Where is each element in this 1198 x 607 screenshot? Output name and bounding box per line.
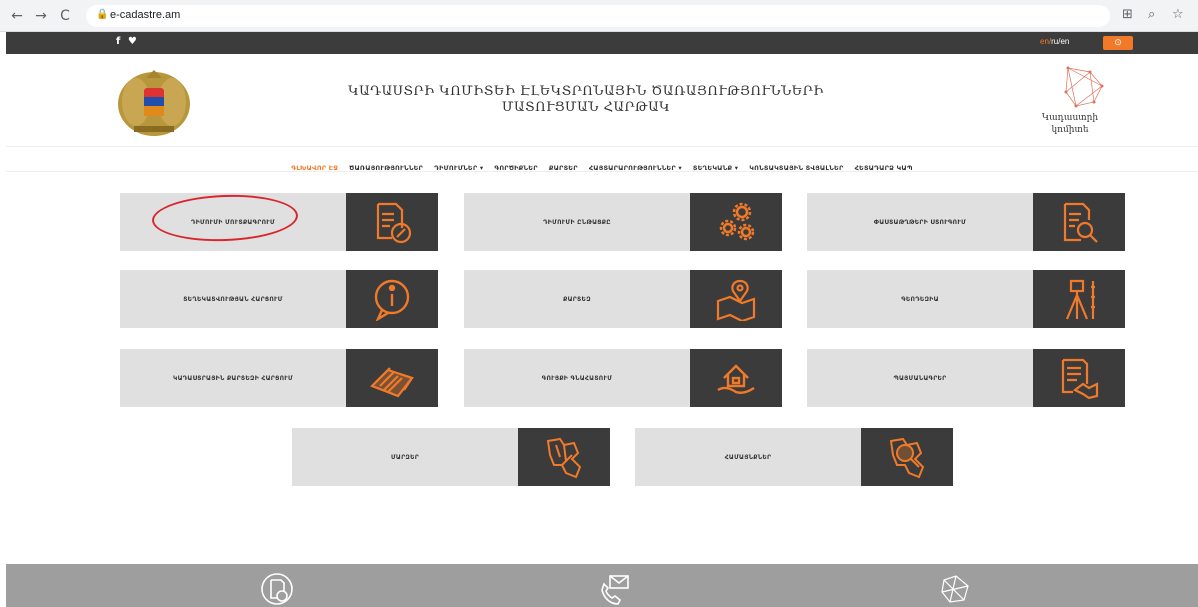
footer-network-logo-icon [941,575,969,603]
address-bar[interactable]: 🔒 e-cadastre.am [86,5,1110,27]
tile-label: ՓԱՍՏԱԹՂԹԵՐԻ ՍՏՈՒԳՈՒՄ [873,218,967,226]
contract-handshake-icon [1033,349,1125,407]
tile-label: ՀԱՄԱՅՆՔՆԵՐ [724,453,772,461]
footer-document-edit-icon [261,573,293,605]
tile-information-request[interactable]: ՏԵՂԵԿԱՏՎՈՒԹՅԱՆ ՀԱՐՑՈՒՄ [120,270,438,328]
site-top-strip: f ♥ en/ru/en ⊙ [6,32,1198,54]
tile-label: ԿԱԴԱՍՏՐԱՅԻՆ ՔԱՐՏԵԶԻ ՀԱՐՑՈՒՄ [172,374,294,382]
tile-label: ՊԱՅՄԱՆԱԳՐԵՐ [893,374,947,382]
document-edit-icon [346,193,438,251]
menu-item-applications[interactable]: ԴԻՄՈՒՄՆԵՐ ▾ [434,164,483,172]
theodolite-icon [1033,270,1125,328]
zoom-icon[interactable]: ⌕ [1148,7,1155,22]
reload-button[interactable]: C [56,7,74,25]
back-button[interactable]: ← [8,7,26,25]
tile-label: ԳՈՒՅՔԻ ԳՆԱՀԱՏՈՒՄ [541,374,613,382]
map-pin-icon [690,270,782,328]
tile-regions[interactable]: ՄԱՐԶԵՐ [292,428,610,486]
gears-icon [690,193,782,251]
document-search-icon [1033,193,1125,251]
tile-label: ՔԱՐՏԵԶ [563,295,591,303]
forward-button[interactable]: → [32,7,50,25]
tile-property-valuation[interactable]: ԳՈՒՅՔԻ ԳՆԱՀԱՏՈՒՄ [464,349,782,407]
language-switcher[interactable]: en/ru/en [1040,37,1069,46]
site-title-line2: ՄԱՏՈՒՑՄԱՆ ՀԱՐԹԱԿ [501,100,671,115]
tile-document-verification[interactable]: ՓԱՍՏԱԹՂԹԵՐԻ ՍՏՈՒԳՈՒՄ [807,193,1125,251]
menu-item-maps[interactable]: ՔԱՐՏԵՐ [549,164,578,172]
footer-mail-phone-icon [601,575,629,605]
top-search-button[interactable]: ⊙ [1103,36,1133,50]
tile-label: ՄԱՐԶԵՐ [390,453,420,461]
tile-geodesy[interactable]: ԳԵՈԴԵԶԻԱ [807,270,1125,328]
menu-item-contacts[interactable]: ԿՈՆՏԱԿՏԱՅԻՆ ՏՎՅԱԼՆԵՐ [749,164,843,172]
translate-icon[interactable]: ⊞ [1122,7,1133,22]
menu-item-feedback[interactable]: ՀԵՏԱԴԱՐՁ ԿԱՊ [855,164,913,172]
lang-active[interactable]: en/ [1040,37,1051,46]
tile-contracts[interactable]: ՊԱՅՄԱՆԱԳՐԵՐ [807,349,1125,407]
layers-map-icon [346,349,438,407]
menu-item-services[interactable]: ԾԱՌԱՅՈՒԹՅՈՒՆՆԵՐ [349,164,423,172]
site-header: ԿԱԴԱՍՏՐԻ ԿՈՄԻՏԵԻ ԷԼԵԿՏՐՈՆԱՅԻՆ ԾԱՌԱՅՈՒԹՅՈ… [6,54,1198,146]
url-text: e-cadastre.am [110,9,181,21]
menu-item-announcements[interactable]: ՀԱՅՏԱՐԱՐՈՒԹՅՈՒՆՆԵՐ ▾ [589,164,682,172]
lock-icon: 🔒 [96,9,109,20]
coat-of-arms-logo[interactable] [114,64,194,138]
site-title-line1: ԿԱԴԱՍՏՐԻ ԿՈՄԻՏԵԻ ԷԼԵԿՏՐՈՆԱՅԻՆ ԾԱՌԱՅՈՒԹՅՈ… [348,84,824,99]
browser-toolbar: ← → C 🔒 e-cadastre.am ⊞ ⌕ ☆ [0,0,1198,32]
network-logo-icon [1064,66,1104,108]
house-hand-icon [690,349,782,407]
menu-item-info[interactable]: ՏԵՂԵԿԱՆՔ ▾ [693,164,738,172]
cadastre-committee-logo[interactable]: Կադաստրի կոմիտե [1030,62,1110,146]
lang-others[interactable]: ru/en [1051,37,1069,46]
logo-text-line1: Կադաստրի [1041,113,1099,123]
info-chat-icon [346,270,438,328]
logo-text-line2: կոմիտե [1051,125,1089,135]
bookmark-star-icon[interactable]: ☆ [1172,7,1184,22]
social-icons[interactable]: f ♥ [116,36,139,47]
tile-application-status[interactable]: ԴԻՄՈՒՄԻ ԸՆԹԱՑՔԸ [464,193,782,251]
tile-label: ԴԻՄՈՒՄԻ ԸՆԹԱՑՔԸ [543,218,611,226]
tile-map[interactable]: ՔԱՐՏԵԶ [464,270,782,328]
menu-item-home[interactable]: ԳԼԽԱՎՈՐ ԷՋ [291,164,338,172]
menu-item-activities[interactable]: ԳՈՐԾԻՔՆԵՐ [494,164,537,172]
main-menu: ԳԼԽԱՎՈՐ ԷՋ ԾԱՌԱՅՈՒԹՅՈՒՆՆԵՐ ԴԻՄՈՒՄՆԵՐ ▾ Գ… [6,146,1198,172]
tile-label: ՏԵՂԵԿԱՏՎՈՒԹՅԱՆ ՀԱՐՑՈՒՄ [183,295,283,303]
armenia-map-icon [518,428,610,486]
armenia-map-search-icon [861,428,953,486]
site-footer [6,564,1198,607]
site-title: ԿԱԴԱՍՏՐԻ ԿՈՄԻՏԵԻ ԷԼԵԿՏՐՈՆԱՅԻՆ ԾԱՌԱՅՈՒԹՅՈ… [306,84,866,116]
tile-label: ԳԵՈԴԵԶԻԱ [901,295,939,303]
tile-cadastral-map-request[interactable]: ԿԱԴԱՍՏՐԱՅԻՆ ՔԱՐՏԵԶԻ ՀԱՐՑՈՒՄ [120,349,438,407]
tile-communities[interactable]: ՀԱՄԱՅՆՔՆԵՐ [635,428,953,486]
